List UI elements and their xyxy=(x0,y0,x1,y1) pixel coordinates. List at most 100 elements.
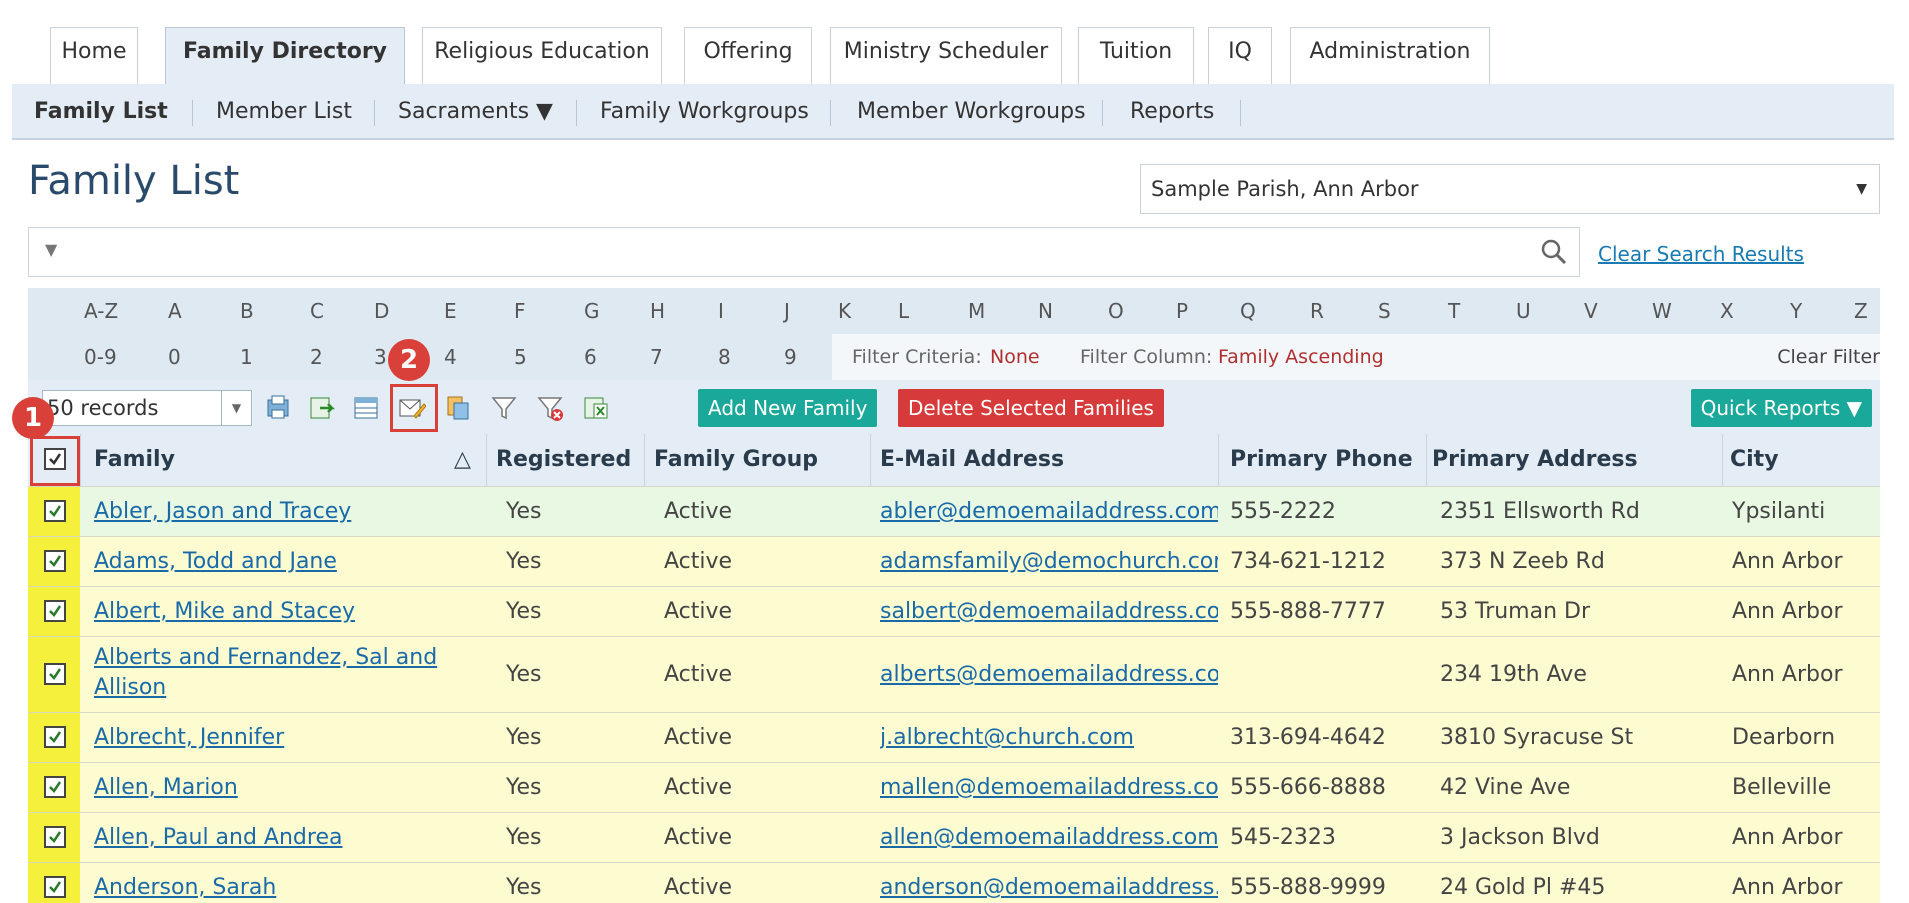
letter-filter-k[interactable]: K xyxy=(838,288,851,334)
email-link[interactable]: adamsfamily@demochurch.com xyxy=(880,549,1218,574)
clear-filter-icon[interactable] xyxy=(536,394,564,422)
email-link[interactable]: anderson@demoemailaddress.com xyxy=(880,875,1218,900)
letter-filter-a-z[interactable]: A-Z xyxy=(84,288,118,334)
letter-filter-g[interactable]: G xyxy=(584,288,600,334)
family-link[interactable]: Adams, Todd and Jane xyxy=(94,549,337,574)
letter-filter-h[interactable]: H xyxy=(650,288,665,334)
letter-filter-n[interactable]: N xyxy=(1038,288,1053,334)
letter-filter-x[interactable]: X xyxy=(1720,288,1734,334)
letter-filter-c[interactable]: C xyxy=(310,288,324,334)
column-email-address[interactable]: E-Mail Address xyxy=(880,434,1064,486)
row-checkbox[interactable] xyxy=(44,550,66,572)
subnav-sacraments[interactable]: Sacraments ▼ xyxy=(398,84,553,140)
letter-filter-v[interactable]: V xyxy=(1584,288,1598,334)
table-row[interactable]: Anderson, Sarah Yes Active anderson@demoema… xyxy=(28,862,1880,903)
row-checkbox[interactable] xyxy=(44,500,66,522)
digit-filter-4[interactable]: 4 xyxy=(444,334,457,380)
subnav-family-workgroups[interactable]: Family Workgroups xyxy=(600,84,809,140)
filter-dropdown-icon[interactable]: ▼ xyxy=(45,240,57,259)
letter-filter-a[interactable]: A xyxy=(168,288,182,334)
subnav-reports[interactable]: Reports xyxy=(1130,84,1214,140)
row-checkbox[interactable] xyxy=(44,876,66,898)
tab-offering[interactable]: Offering xyxy=(684,27,812,85)
letter-filter-o[interactable]: O xyxy=(1108,288,1124,334)
letter-filter-e[interactable]: E xyxy=(444,288,457,334)
subnav-family-list[interactable]: Family List xyxy=(34,84,168,140)
digit-filter-7[interactable]: 7 xyxy=(650,334,663,380)
parish-select[interactable]: Sample Parish, Ann Arbor ▼ xyxy=(1140,164,1880,214)
email-link[interactable]: salbert@demoemailaddress.com xyxy=(880,599,1218,624)
add-new-family-button[interactable]: Add New Family xyxy=(698,389,878,427)
letter-filter-b[interactable]: B xyxy=(240,288,254,334)
digit-filter-0-9[interactable]: 0-9 xyxy=(84,334,117,380)
digit-filter-0[interactable]: 0 xyxy=(168,334,181,380)
column-family-group[interactable]: Family Group xyxy=(654,434,818,486)
export-icon[interactable] xyxy=(308,394,336,422)
delete-selected-families-button[interactable]: Delete Selected Families xyxy=(898,389,1164,427)
table-row[interactable]: Abler, Jason and Tracey Yes Active abler@de… xyxy=(28,486,1880,537)
family-link[interactable]: Anderson, Sarah xyxy=(94,875,276,900)
family-link[interactable]: Albrecht, Jennifer xyxy=(94,725,284,750)
family-link[interactable]: Albert, Mike and Stacey xyxy=(94,599,355,624)
column-primary-phone[interactable]: Primary Phone xyxy=(1230,434,1413,486)
clear-filter-button[interactable]: Clear Filter xyxy=(1777,334,1880,380)
tab-tuition[interactable]: Tuition xyxy=(1078,27,1194,85)
digit-filter-5[interactable]: 5 xyxy=(514,334,527,380)
row-checkbox[interactable] xyxy=(44,726,66,748)
records-per-page-select[interactable]: 50 records ▼ xyxy=(42,390,252,426)
table-row[interactable]: Allen, Marion Yes Active mallen@demoemailad… xyxy=(28,762,1880,813)
digit-filter-6[interactable]: 6 xyxy=(584,334,597,380)
letter-filter-r[interactable]: R xyxy=(1310,288,1324,334)
subnav-member-workgroups[interactable]: Member Workgroups xyxy=(857,84,1086,140)
letter-filter-l[interactable]: L xyxy=(898,288,909,334)
letter-filter-d[interactable]: D xyxy=(374,288,389,334)
subnav-member-list[interactable]: Member List xyxy=(216,84,352,140)
excel-icon[interactable] xyxy=(582,394,610,422)
digit-filter-1[interactable]: 1 xyxy=(240,334,253,380)
row-checkbox[interactable] xyxy=(44,663,66,685)
table-row[interactable]: Allen, Paul and Andrea Yes Active allen@dem… xyxy=(28,812,1880,863)
letter-filter-y[interactable]: Y xyxy=(1790,288,1802,334)
print-icon[interactable] xyxy=(264,394,292,422)
letter-filter-z[interactable]: Z xyxy=(1854,288,1868,334)
letter-filter-u[interactable]: U xyxy=(1516,288,1531,334)
email-link[interactable]: alberts@demoemailaddress.com xyxy=(880,662,1218,687)
email-link[interactable]: mallen@demoemailaddress.com xyxy=(880,775,1218,800)
letter-filter-w[interactable]: W xyxy=(1652,288,1672,334)
letter-filter-t[interactable]: T xyxy=(1448,288,1460,334)
digit-filter-3[interactable]: 3 xyxy=(374,334,387,380)
tab-iq[interactable]: IQ xyxy=(1208,27,1272,85)
digit-filter-9[interactable]: 9 xyxy=(784,334,797,380)
letter-filter-f[interactable]: F xyxy=(514,288,526,334)
digit-filter-8[interactable]: 8 xyxy=(718,334,731,380)
family-link[interactable]: Alberts and Fernandez, Sal and xyxy=(94,645,437,670)
tab-religious-education[interactable]: Religious Education xyxy=(422,27,662,85)
column-registered[interactable]: Registered xyxy=(496,434,631,486)
column-primary-address[interactable]: Primary Address xyxy=(1432,434,1638,486)
letter-filter-s[interactable]: S xyxy=(1378,288,1391,334)
tab-ministry-scheduler[interactable]: Ministry Scheduler xyxy=(830,27,1062,85)
email-link[interactable]: allen@demoemailaddress.com xyxy=(880,825,1218,850)
table-row[interactable]: Adams, Todd and Jane Yes Active adamsfamily… xyxy=(28,536,1880,587)
tab-family-directory[interactable]: Family Directory xyxy=(165,27,405,87)
column-city[interactable]: City xyxy=(1730,434,1779,486)
letter-filter-i[interactable]: I xyxy=(718,288,724,334)
family-link[interactable]: Allen, Paul and Andrea xyxy=(94,825,342,850)
row-checkbox[interactable] xyxy=(44,826,66,848)
clear-search-link[interactable]: Clear Search Results xyxy=(1598,242,1804,266)
tab-home[interactable]: Home xyxy=(50,27,138,85)
table-row[interactable]: Albrecht, Jennifer Yes Active j.albrecht@ch… xyxy=(28,712,1880,763)
columns-icon[interactable] xyxy=(352,394,380,422)
filter-icon[interactable] xyxy=(490,394,518,422)
tab-administration[interactable]: Administration xyxy=(1290,27,1490,85)
family-link[interactable]: Allen, Marion xyxy=(94,775,238,800)
search-icon[interactable] xyxy=(1539,237,1569,267)
row-checkbox[interactable] xyxy=(44,600,66,622)
email-link[interactable]: abler@demoemailaddress.com xyxy=(880,499,1218,524)
row-checkbox[interactable] xyxy=(44,776,66,798)
email-link[interactable]: j.albrecht@church.com xyxy=(880,725,1218,750)
quick-reports-button[interactable]: Quick Reports ▼ xyxy=(1690,389,1872,427)
letter-filter-m[interactable]: M xyxy=(968,288,985,334)
family-link[interactable]: Abler, Jason and Tracey xyxy=(94,499,351,524)
labels-icon[interactable] xyxy=(444,394,472,422)
